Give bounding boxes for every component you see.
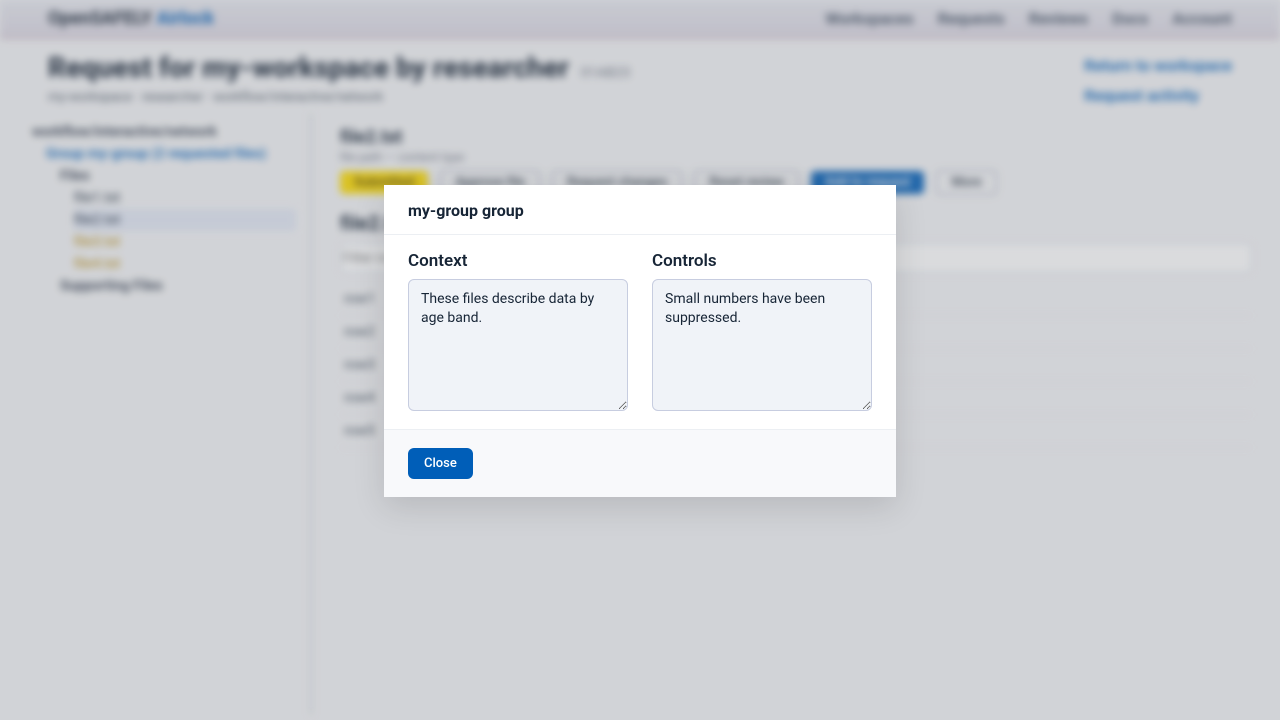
modal-footer: Close <box>384 430 896 497</box>
modal-body: Context Controls <box>384 235 896 430</box>
controls-field: Controls <box>652 251 872 411</box>
group-context-modal: my-group group Context Controls Close <box>384 185 896 497</box>
context-field: Context <box>408 251 628 411</box>
modal-title: my-group group <box>384 185 896 235</box>
controls-textarea[interactable] <box>652 279 872 411</box>
controls-label: Controls <box>652 251 872 271</box>
context-textarea[interactable] <box>408 279 628 411</box>
context-label: Context <box>408 251 628 271</box>
close-button[interactable]: Close <box>408 448 473 479</box>
